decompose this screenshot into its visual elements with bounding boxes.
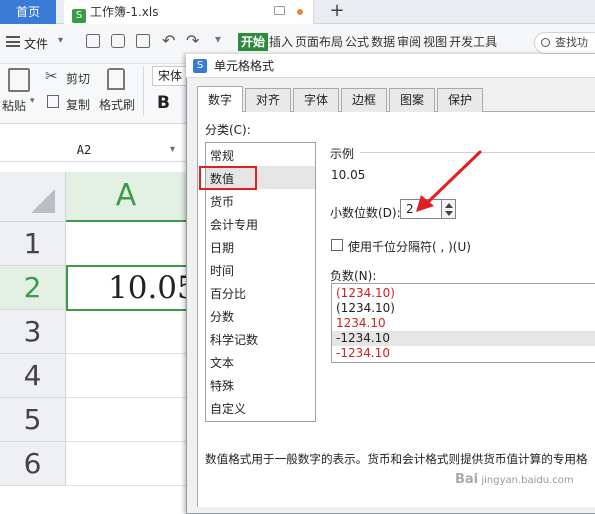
negative-format-item[interactable]: 1234.10 bbox=[336, 316, 386, 331]
row-header[interactable]: 3 bbox=[0, 310, 66, 354]
cell[interactable] bbox=[66, 310, 186, 354]
name-box[interactable]: A2 bbox=[0, 140, 168, 160]
tab-pattern[interactable]: 图案 bbox=[389, 88, 435, 112]
annotation-highlight-box bbox=[199, 166, 257, 190]
paste-chevron-icon[interactable]: ▾ bbox=[30, 96, 35, 106]
ribbon-tab-insert[interactable]: 插入 bbox=[268, 33, 294, 51]
category-time[interactable]: 时间 bbox=[210, 263, 234, 279]
negative-numbers-label: 负数(N): bbox=[330, 269, 377, 283]
format-description: 数值格式用于一般数字的表示。货币和会计格式则提供货币值计算的专用格 bbox=[205, 452, 588, 466]
chevron-down-icon[interactable]: ▾ bbox=[170, 140, 175, 160]
category-text[interactable]: 文本 bbox=[210, 355, 234, 371]
ribbon-tab-view[interactable]: 视图 bbox=[422, 33, 448, 51]
column-header-a[interactable]: A bbox=[66, 172, 186, 222]
decimal-places-label: 小数位数(D): bbox=[330, 206, 401, 220]
category-label: 分类(C): bbox=[205, 123, 251, 137]
category-date[interactable]: 日期 bbox=[210, 240, 234, 256]
copy-button[interactable]: 复制 bbox=[66, 96, 90, 113]
ribbon-tab-developer[interactable]: 开发工具 bbox=[448, 33, 498, 51]
cell-a2[interactable]: 10.05 bbox=[66, 265, 190, 311]
monitor-icon[interactable] bbox=[274, 6, 285, 15]
hamburger-menu-icon[interactable] bbox=[6, 36, 20, 47]
tab-font[interactable]: 字体 bbox=[293, 88, 339, 112]
tab-protection[interactable]: 保护 bbox=[437, 88, 483, 112]
format-painter-button[interactable]: 格式刷 bbox=[99, 96, 135, 113]
ribbon-tab-review[interactable]: 审阅 bbox=[396, 33, 422, 51]
redo-icon[interactable]: ↷ bbox=[186, 31, 199, 50]
negative-items: (1234.10) (1234.10) 1234.10 -1234.10 -12… bbox=[331, 286, 595, 362]
app-logo-icon: S bbox=[193, 59, 207, 73]
search-label: 查找功 bbox=[555, 36, 588, 49]
print-icon[interactable] bbox=[111, 34, 125, 48]
annotation-arrow-icon bbox=[416, 150, 482, 212]
chevron-down-icon[interactable]: ▾ bbox=[58, 35, 63, 46]
tab-home[interactable]: 首页 bbox=[0, 0, 56, 24]
category-scientific[interactable]: 科学记数 bbox=[210, 332, 258, 348]
thousands-separator-checkbox[interactable] bbox=[331, 239, 343, 251]
print-preview-icon[interactable] bbox=[136, 34, 150, 48]
cut-button[interactable]: 剪切 bbox=[66, 70, 90, 87]
ribbon-tab-page-layout[interactable]: 页面布局 bbox=[294, 33, 344, 51]
tab-workbook-label: 工作簿-1.xls bbox=[90, 5, 159, 19]
category-special[interactable]: 特殊 bbox=[210, 378, 234, 394]
cell[interactable] bbox=[66, 222, 186, 266]
save-icon[interactable] bbox=[86, 34, 100, 48]
category-general[interactable]: 常规 bbox=[210, 148, 234, 164]
negative-format-item[interactable]: (1234.10) bbox=[336, 301, 395, 316]
category-custom[interactable]: 自定义 bbox=[210, 401, 246, 417]
undo-icon[interactable]: ↶ bbox=[162, 31, 175, 50]
category-accounting[interactable]: 会计专用 bbox=[210, 217, 258, 233]
negative-format-item[interactable]: (1234.10) bbox=[336, 286, 395, 301]
ribbon-tab-formulas[interactable]: 公式 bbox=[344, 33, 370, 51]
watermark-site: jingyan.baidu.com bbox=[481, 475, 574, 486]
watermark: Bai jingyan.baidu.com bbox=[455, 472, 574, 487]
file-menu[interactable]: 文件 bbox=[24, 35, 48, 52]
ribbon-divider bbox=[143, 66, 144, 116]
row-header[interactable]: 2 bbox=[0, 266, 66, 310]
ribbon-tabs: 开始 插入 页面布局 公式 数据 审阅 视图 开发工具 bbox=[238, 33, 498, 51]
bold-button[interactable]: B bbox=[157, 93, 170, 113]
format-painter-icon[interactable] bbox=[107, 68, 125, 90]
more-commands-icon[interactable]: ▾ bbox=[215, 32, 221, 46]
row-header[interactable]: 1 bbox=[0, 222, 66, 266]
paste-icon[interactable] bbox=[8, 68, 30, 92]
select-all-corner[interactable] bbox=[0, 172, 66, 222]
unsaved-dot-icon bbox=[297, 9, 303, 15]
tab-alignment[interactable]: 对齐 bbox=[245, 88, 291, 112]
thousands-separator-label[interactable]: 使用千位分隔符( , )(U) bbox=[348, 238, 471, 255]
ribbon-tab-data[interactable]: 数据 bbox=[370, 33, 396, 51]
negative-format-item[interactable]: -1234.10 bbox=[336, 331, 390, 346]
category-currency[interactable]: 货币 bbox=[210, 194, 234, 210]
row-header[interactable]: 4 bbox=[0, 354, 66, 398]
search-icon bbox=[541, 38, 550, 47]
row-header[interactable]: 5 bbox=[0, 398, 66, 442]
tab-workbook[interactable]: S 工作簿-1.xls bbox=[64, 0, 314, 24]
new-tab-button[interactable]: + bbox=[322, 0, 352, 24]
category-percentage[interactable]: 百分比 bbox=[210, 286, 246, 302]
copy-icon[interactable] bbox=[47, 95, 59, 108]
sample-value: 10.05 bbox=[331, 168, 366, 182]
tab-number[interactable]: 数字 bbox=[197, 86, 243, 112]
spreadsheet-file-icon: S bbox=[72, 9, 86, 23]
cell[interactable] bbox=[66, 354, 186, 398]
category-fraction[interactable]: 分数 bbox=[210, 309, 234, 325]
scissors-icon[interactable]: ✂ bbox=[45, 67, 58, 85]
cell[interactable] bbox=[66, 398, 186, 442]
watermark-brand: Bai bbox=[455, 472, 479, 487]
paste-button[interactable]: 粘贴 bbox=[2, 97, 26, 114]
cell[interactable] bbox=[66, 442, 186, 486]
negative-format-item[interactable]: -1234.10 bbox=[336, 346, 390, 361]
search-button[interactable]: 查找功 bbox=[534, 32, 595, 54]
dialog-title: 单元格格式 bbox=[186, 54, 595, 78]
row-header[interactable]: 6 bbox=[0, 442, 66, 486]
tab-border[interactable]: 边框 bbox=[341, 88, 387, 112]
sample-group-label: 示例 bbox=[330, 147, 355, 161]
ribbon-tab-home[interactable]: 开始 bbox=[238, 33, 269, 51]
